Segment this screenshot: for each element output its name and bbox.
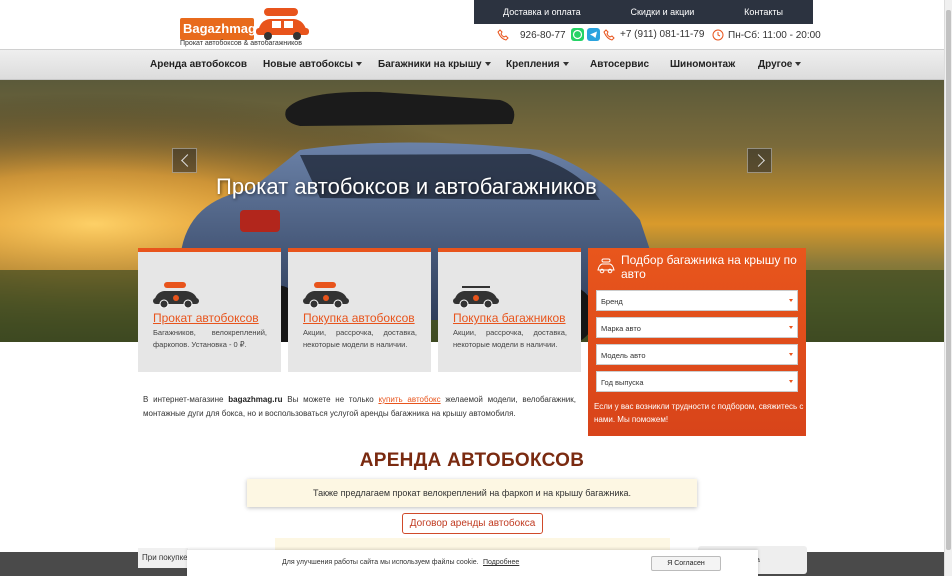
chevron-down-icon [562,62,569,67]
brand-select[interactable]: Бренд [596,290,798,311]
card-buy-boxes-text: Акции, рассрочка, доставка, некоторые мо… [303,328,417,349]
site-logo[interactable]: Bagazhmag Прокат автобоксов & автобагажн… [178,4,312,50]
working-hours: Пн-Сб: 11:00 - 20:00 [712,29,821,41]
nav-mounts[interactable]: Крепления [506,59,569,70]
rack-finder-form: Подбор багажника на крышу по авто Бренд … [588,248,806,436]
card-rent-text: Багажников, велокреплений, фаркопов. Уст… [153,328,267,349]
nav-roof-racks[interactable]: Багажники на крышу [378,59,491,70]
hero-title: Прокат автобоксов и автобагажников [216,174,597,199]
rent-contract-button[interactable]: Договор аренды автобокса [402,513,543,534]
buy-box-link[interactable]: купить автобокс [378,395,440,404]
logo-car-icon [256,8,309,40]
promo-note: Также предлагаем прокат велокреплений на… [247,479,697,507]
logo-text: Bagazhmag [180,18,256,40]
card-buy-racks-title[interactable]: Покупка багажников [453,311,566,325]
car-roofrack-icon [453,286,499,308]
purchase-tip[interactable]: При покупке [138,548,188,568]
delivery-link[interactable]: Доставка и оплата [503,7,581,17]
card-rent[interactable]: Прокат автобоксов Багажников, велокрепле… [138,248,281,372]
discounts-link[interactable]: Скидки и акции [630,7,694,17]
phone-city-number: 926-80-77 [520,29,566,41]
chevron-down-icon [484,62,491,67]
slider-prev-button[interactable] [172,148,197,173]
car-icon [597,258,615,274]
nav-new-boxes[interactable]: Новые автобоксы [263,59,363,70]
slider-next-button[interactable] [747,148,772,173]
cookie-accept-button[interactable]: Я Согласен [651,556,721,571]
cookie-text: Для улучшения работы сайта мы используем… [282,559,479,566]
phone-city[interactable]: 926-80-77 [497,29,566,41]
telegram-icon[interactable] [587,28,600,41]
scrollbar-thumb[interactable] [946,10,951,550]
phone-icon [603,28,615,41]
logo-tagline: Прокат автобоксов & автобагажников [180,40,302,47]
car-roofbox-icon [153,282,199,308]
intro-paragraph: В интернет-магазине bagazhmag.ru Вы може… [143,395,576,418]
nav-car-service[interactable]: Автосервис [590,59,649,70]
car-model-select[interactable]: Модель авто [596,344,798,365]
card-buy-racks[interactable]: Покупка багажников Акции, рассрочка, дос… [438,248,581,372]
rack-finder-title: Подбор багажника на крышу по авто [621,253,797,281]
phone-mobile-number: +7 (911) 081-11-79 [620,29,705,40]
card-buy-racks-text: Акции, рассрочка, доставка, некоторые мо… [453,328,567,349]
phone-icon [497,29,509,41]
site-name: bagazhmag.ru [228,395,283,404]
hours-text: Пн-Сб: 11:00 - 20:00 [728,29,821,41]
whatsapp-icon[interactable] [571,28,584,41]
rack-finder-help: Если у вас возникли трудности с подбором… [594,402,804,424]
nav-tire-service[interactable]: Шиномонтаж [670,59,735,70]
cookie-more-link[interactable]: Подробнее [483,559,519,566]
contacts-link[interactable]: Контакты [744,7,783,17]
nav-rent-boxes[interactable]: Аренда автобоксов [150,59,247,70]
car-make-select[interactable]: Марка авто [596,317,798,338]
top-links-bar: Доставка и оплата Скидки и акции Контакт… [474,0,813,24]
card-buy-boxes-title[interactable]: Покупка автобоксов [303,311,415,325]
car-roofbox-icon [303,282,349,308]
section-title: АРЕНДА АВТОБОКСОВ [359,450,585,471]
cookie-banner: Для улучшения работы сайта мы используем… [187,550,758,576]
main-nav: Аренда автобоксов Новые автобоксы Багажн… [0,49,944,80]
nav-other[interactable]: Другое [758,59,802,70]
card-buy-boxes[interactable]: Покупка автобоксов Акции, рассрочка, дос… [288,248,431,372]
clock-icon [712,29,724,41]
page-scrollbar[interactable] [944,0,952,576]
car-year-select[interactable]: Год выпуска [596,371,798,392]
chevron-down-icon [356,62,363,67]
card-rent-title[interactable]: Прокат автобоксов [153,311,259,325]
phone-mobile[interactable]: +7 (911) 081-11-79 [571,28,704,41]
chevron-down-icon [795,62,802,67]
